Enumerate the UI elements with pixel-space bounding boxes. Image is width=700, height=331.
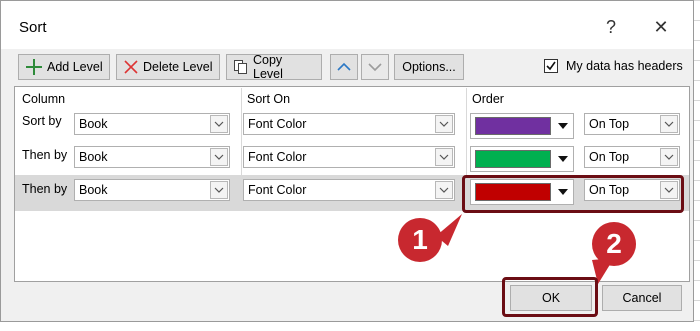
step-1-badge: 1 xyxy=(398,218,442,262)
column-header-column: Column xyxy=(22,92,66,106)
chevron-down-icon xyxy=(435,181,453,199)
order-highlight-box xyxy=(462,175,684,213)
order-position-value: On Top xyxy=(589,117,630,131)
column-separator xyxy=(241,88,242,208)
chevron-down-icon xyxy=(435,115,453,133)
move-down-button[interactable] xyxy=(361,54,389,80)
column-value: Book xyxy=(79,117,108,131)
options-button[interactable]: Options... xyxy=(394,54,464,80)
order-position-value: On Top xyxy=(589,150,630,164)
column-value: Book xyxy=(79,150,108,164)
sort-on-value: Font Color xyxy=(248,150,307,164)
row-label: Sort by xyxy=(22,114,62,128)
column-dropdown[interactable]: Book xyxy=(74,113,230,135)
chevron-down-icon xyxy=(210,115,228,133)
delete-x-icon xyxy=(123,59,139,75)
column-value: Book xyxy=(79,183,108,197)
copy-level-label: Copy Level xyxy=(253,53,283,81)
chevron-down-icon xyxy=(660,115,678,133)
ok-highlight-box xyxy=(502,277,598,317)
sort-on-dropdown[interactable]: Font Color xyxy=(243,146,455,168)
sort-on-value: Font Color xyxy=(248,117,307,131)
color-swatch xyxy=(475,117,551,135)
chevron-down-icon xyxy=(435,148,453,166)
move-up-button[interactable] xyxy=(330,54,358,80)
cancel-button[interactable]: Cancel xyxy=(602,285,682,311)
sort-on-value: Font Color xyxy=(248,183,307,197)
color-picker[interactable] xyxy=(470,146,574,172)
delete-level-button[interactable]: Delete Level xyxy=(116,54,220,80)
color-picker[interactable] xyxy=(470,113,574,139)
chevron-down-icon xyxy=(210,148,228,166)
dialog-title: Sort xyxy=(19,19,47,36)
caret-down-icon xyxy=(553,147,573,171)
color-swatch xyxy=(475,150,551,168)
headers-checkbox-label: My data has headers xyxy=(566,59,683,73)
checkmark-icon xyxy=(546,61,556,71)
chevron-down-icon xyxy=(368,63,382,72)
column-header-sort-on: Sort On xyxy=(247,92,291,106)
sort-on-dropdown[interactable]: Font Color xyxy=(243,113,455,135)
order-position-dropdown[interactable]: On Top xyxy=(584,113,680,135)
order-position-dropdown[interactable]: On Top xyxy=(584,146,680,168)
options-label: Options... xyxy=(402,60,456,74)
delete-level-label: Delete Level xyxy=(143,60,213,74)
headers-checkbox[interactable] xyxy=(544,59,558,73)
close-button[interactable]: ✕ xyxy=(647,14,675,40)
row-label: Then by xyxy=(22,182,68,196)
column-header-order: Order xyxy=(472,92,504,106)
step-2-badge: 2 xyxy=(592,222,636,266)
help-button[interactable]: ? xyxy=(597,14,625,40)
sort-on-dropdown[interactable]: Font Color xyxy=(243,179,455,201)
add-level-label: Add Level xyxy=(47,60,103,74)
add-level-button[interactable]: Add Level xyxy=(18,54,110,80)
row-label: Then by xyxy=(22,148,68,162)
copy-level-button[interactable]: Copy Level xyxy=(226,53,322,81)
plus-icon xyxy=(25,58,43,76)
caret-down-icon xyxy=(553,114,573,138)
column-dropdown[interactable]: Book xyxy=(74,179,230,201)
chevron-down-icon xyxy=(660,148,678,166)
copy-icon xyxy=(233,59,249,75)
chevron-up-icon xyxy=(337,62,351,71)
chevron-down-icon xyxy=(210,181,228,199)
column-dropdown[interactable]: Book xyxy=(74,146,230,168)
title-bar: Sort ? ✕ xyxy=(1,1,693,49)
